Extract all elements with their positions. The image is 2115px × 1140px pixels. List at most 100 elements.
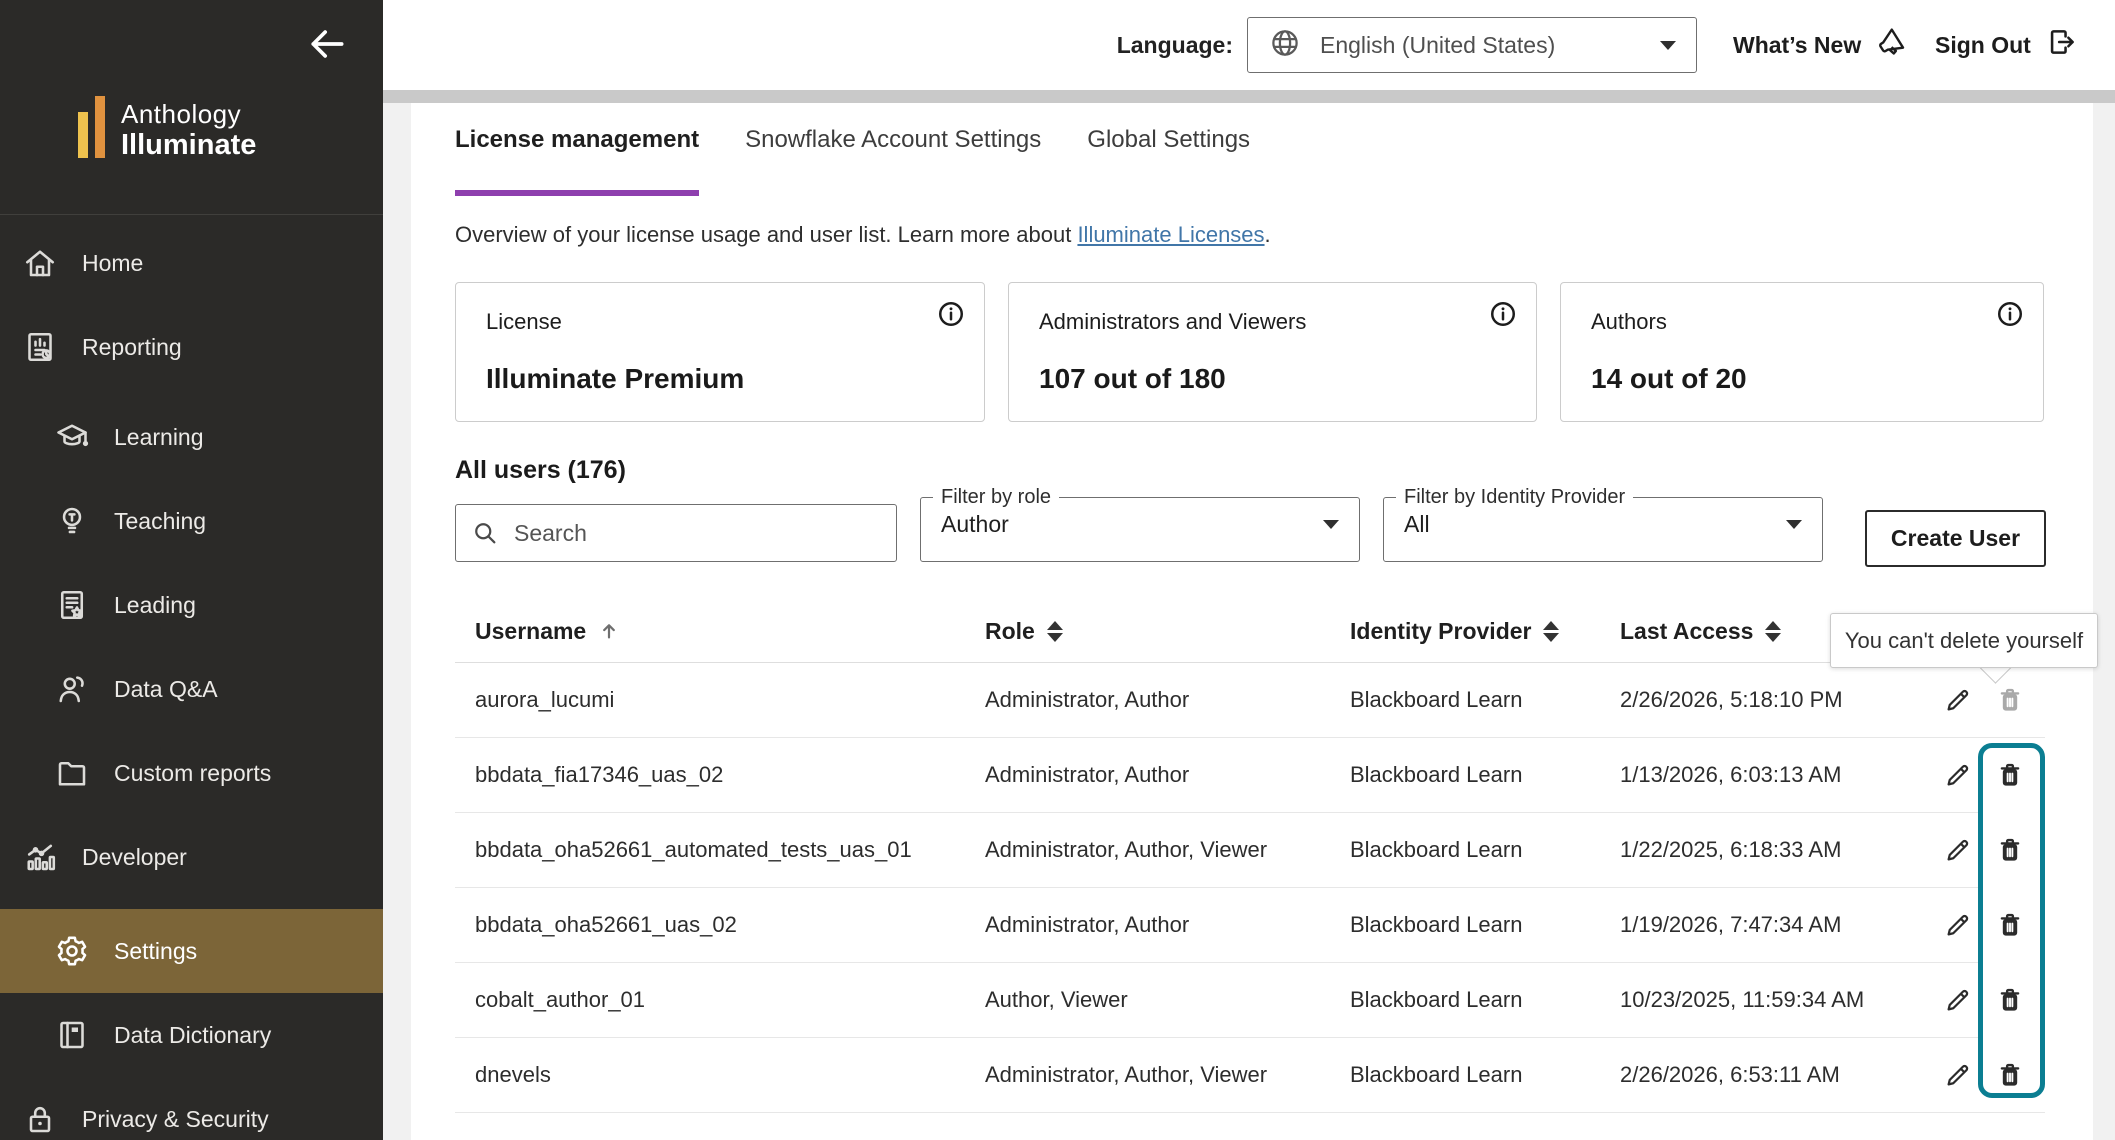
column-header-identity-provider[interactable]: Identity Provider (1350, 618, 1620, 645)
all-users-heading: All users (176) (455, 456, 626, 485)
logo-bars-icon (78, 96, 105, 162)
brand-line2: Illuminate (121, 129, 256, 162)
learning-icon (54, 419, 90, 455)
sidebar-item-privacy-security[interactable]: Privacy & Security (0, 1077, 383, 1140)
edit-user-button[interactable] (1943, 985, 1973, 1015)
card-title: License (486, 309, 954, 335)
developer-icon (22, 839, 58, 875)
chevron-down-icon (1323, 520, 1339, 529)
row-actions (1923, 835, 2025, 865)
row-actions (1923, 1060, 2025, 1090)
tab-global-settings[interactable]: Global Settings (1087, 126, 1250, 168)
topbar: Language: English (United States) What’s… (383, 0, 2115, 90)
card-value: Illuminate Premium (486, 363, 954, 395)
delete-user-button[interactable] (1995, 985, 2025, 1015)
sidebar-item-home[interactable]: Home (0, 221, 383, 305)
sidebar-item-label: Leading (114, 592, 196, 619)
card-authors: Authors 14 out of 20 (1560, 282, 2044, 422)
identity-provider-cell: Blackboard Learn (1350, 687, 1620, 713)
pencil-icon (1943, 1060, 1973, 1090)
whats-new-button[interactable]: What’s New (1733, 17, 1909, 73)
table-row: aurora_lucumi Administrator, Author Blac… (455, 663, 2045, 738)
sidebar-item-learning[interactable]: Learning (0, 395, 383, 479)
tab-snowflake-account-settings[interactable]: Snowflake Account Settings (745, 126, 1041, 168)
sidebar-item-settings[interactable]: Settings (0, 909, 383, 993)
illuminate-licenses-link[interactable]: Illuminate Licenses (1077, 222, 1264, 247)
trash-icon (1995, 835, 2025, 865)
data-qa-icon (54, 671, 90, 707)
identity-provider-cell: Blackboard Learn (1350, 1062, 1620, 1088)
sign-out-button[interactable]: Sign Out (1935, 17, 2079, 73)
filter-by-idp-value: All (1404, 511, 1786, 538)
content-left-gutter (383, 103, 411, 1140)
identity-provider-cell: Blackboard Learn (1350, 762, 1620, 788)
edit-user-button[interactable] (1943, 1060, 1973, 1090)
sidebar-item-teaching[interactable]: Teaching (0, 479, 383, 563)
data-dictionary-icon (54, 1017, 90, 1053)
card-title: Administrators and Viewers (1039, 309, 1506, 335)
last-access-cell: 2/26/2026, 5:18:10 PM (1620, 687, 1923, 713)
trash-icon (1995, 985, 2025, 1015)
info-button[interactable] (1995, 299, 2025, 329)
sidebar: Anthology Illuminate Home Reporting Lear… (0, 0, 383, 1140)
sidebar-item-data-dictionary[interactable]: Data Dictionary (0, 993, 383, 1077)
brand-line1: Anthology (121, 99, 256, 129)
edit-user-button[interactable] (1943, 685, 1973, 715)
pencil-icon (1943, 910, 1973, 940)
edit-user-button[interactable] (1943, 910, 1973, 940)
whats-new-label: What’s New (1733, 32, 1861, 59)
users-table-body: aurora_lucumi Administrator, Author Blac… (455, 663, 2045, 1113)
table-row: dnevels Administrator, Author, Viewer Bl… (455, 1038, 2045, 1113)
settings-gear-icon (54, 933, 90, 969)
delete-user-button[interactable] (1995, 760, 2025, 790)
sort-icon (1765, 621, 1781, 642)
info-button[interactable] (1488, 299, 1518, 329)
username-cell: bbdata_fia17346_uas_02 (475, 762, 985, 788)
username-cell: cobalt_author_01 (475, 987, 985, 1013)
license-overview-text: Overview of your license usage and user … (455, 222, 1271, 248)
create-user-button[interactable]: Create User (1865, 510, 2046, 567)
intro-text: Overview of your license usage and user … (455, 222, 1077, 247)
delete-user-button[interactable] (1995, 910, 2025, 940)
filter-by-role-value: Author (941, 511, 1323, 538)
delete-user-button-disabled (1995, 685, 2025, 715)
language-select[interactable]: English (United States) (1247, 17, 1697, 73)
sidebar-item-reporting[interactable]: Reporting (0, 305, 383, 389)
collapse-sidebar-button[interactable] (305, 22, 349, 66)
column-header-username[interactable]: Username (475, 618, 985, 645)
delete-user-button[interactable] (1995, 1060, 2025, 1090)
role-cell: Author, Viewer (985, 987, 1350, 1013)
column-label: Last Access (1620, 618, 1753, 645)
role-cell: Administrator, Author (985, 912, 1350, 938)
trash-icon (1995, 760, 2025, 790)
tab-license-management[interactable]: License management (455, 126, 699, 168)
delete-user-button[interactable] (1995, 835, 2025, 865)
sign-out-icon (2045, 25, 2079, 65)
column-label: Username (475, 618, 586, 645)
info-icon (936, 317, 966, 332)
info-button[interactable] (936, 299, 966, 329)
filter-by-role-select[interactable]: Filter by role Author (920, 486, 1360, 562)
row-actions (1923, 985, 2025, 1015)
edit-user-button[interactable] (1943, 835, 1973, 865)
pencil-icon (1943, 760, 1973, 790)
last-access-cell: 1/22/2025, 6:18:33 AM (1620, 837, 1923, 863)
column-header-role[interactable]: Role (985, 618, 1350, 645)
sidebar-item-label: Reporting (82, 334, 182, 361)
edit-user-button[interactable] (1943, 760, 1973, 790)
sidebar-item-label: Home (82, 250, 143, 277)
sidebar-item-developer[interactable]: Developer (0, 815, 383, 899)
sidebar-item-data-q-a[interactable]: Data Q&A (0, 647, 383, 731)
username-cell: bbdata_oha52661_automated_tests_uas_01 (475, 837, 985, 863)
search-input[interactable] (455, 504, 897, 562)
table-row: bbdata_oha52661_uas_02 Administrator, Au… (455, 888, 2045, 963)
username-cell: dnevels (475, 1062, 985, 1088)
sidebar-item-label: Data Dictionary (114, 1022, 271, 1049)
filter-by-idp-select[interactable]: Filter by Identity Provider All (1383, 486, 1823, 562)
pencil-icon (1943, 985, 1973, 1015)
role-cell: Administrator, Author (985, 687, 1350, 713)
main-content: License management Snowflake Account Sett… (383, 90, 2115, 1140)
sidebar-item-leading[interactable]: Leading (0, 563, 383, 647)
card-title: Authors (1591, 309, 2013, 335)
sidebar-item-custom-reports[interactable]: Custom reports (0, 731, 383, 815)
